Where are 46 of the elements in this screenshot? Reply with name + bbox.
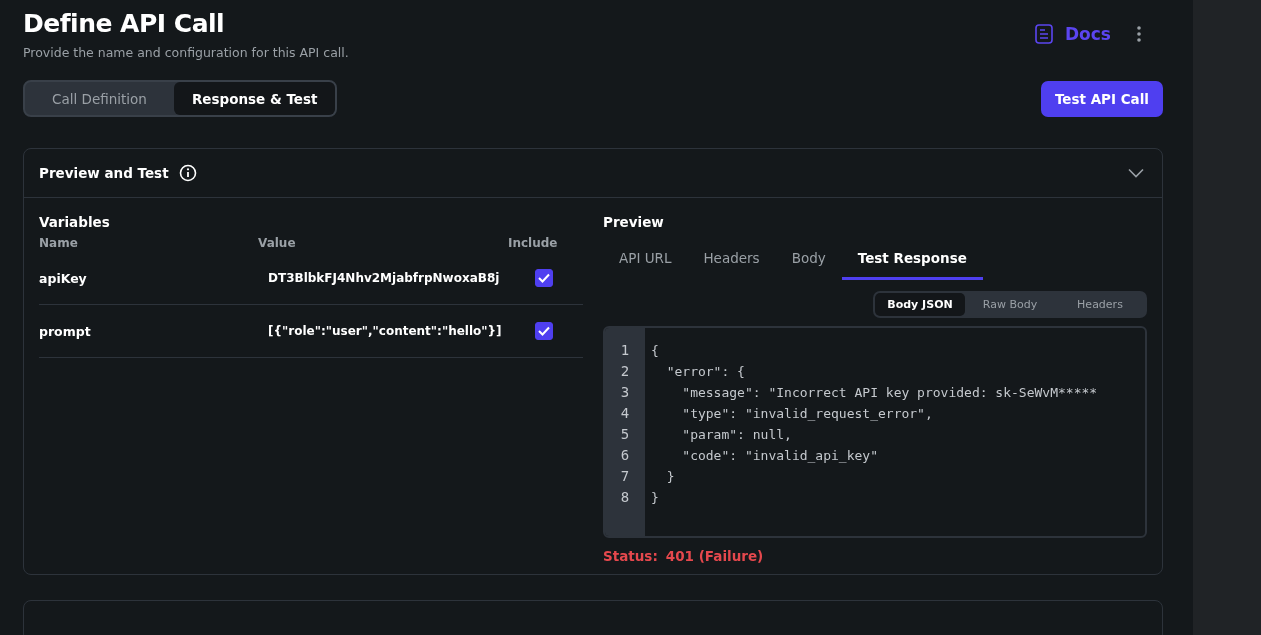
status-value: 401 (Failure) bbox=[665, 548, 764, 564]
view-option[interactable]: Raw Body bbox=[965, 293, 1055, 316]
chevron-icon[interactable] bbox=[1128, 168, 1144, 178]
column-header: Name bbox=[39, 236, 79, 250]
line-number: 2 bbox=[619, 362, 631, 381]
variable-name: prompt bbox=[39, 323, 92, 339]
test-api-call-button[interactable]: Test API Call bbox=[1040, 80, 1163, 117]
mode-tab[interactable]: Response & Test bbox=[173, 82, 336, 115]
code-line: "code": "invalid_api_key" bbox=[681, 447, 879, 465]
column-header: Include bbox=[508, 236, 559, 250]
preview-tab[interactable]: API URL bbox=[603, 242, 688, 280]
view-option[interactable]: Body JSON bbox=[875, 293, 965, 316]
variable-value: DT3BlbkFJ4Nhv2MjabfrpNwoxaB8j bbox=[268, 271, 501, 285]
page-subtitle: Provide the name and configuration for this API call. bbox=[23, 45, 349, 60]
code-line: "message": "Incorrect API key provided: sk-SeWvM***** bbox=[681, 384, 1099, 402]
status-label: Status: bbox=[603, 548, 658, 564]
section-title: Preview bbox=[603, 214, 665, 232]
code-line: { bbox=[651, 342, 660, 360]
mode-tab[interactable]: Call Definition bbox=[25, 82, 174, 115]
line-number: 7 bbox=[619, 467, 631, 486]
variable-name: apiKey bbox=[39, 270, 88, 286]
document-icon bbox=[1035, 24, 1053, 44]
column-header: Value bbox=[258, 236, 297, 250]
variable-value: [{"role":"user","content":"hello"}] bbox=[268, 324, 503, 338]
card-title: Preview and Test bbox=[39, 165, 169, 181]
code-line: "param": null, bbox=[681, 426, 793, 444]
include-checkbox[interactable] bbox=[535, 269, 553, 287]
line-number: 3 bbox=[619, 383, 631, 402]
include-checkbox[interactable] bbox=[535, 322, 553, 340]
line-number: 4 bbox=[619, 404, 631, 423]
line-number: 5 bbox=[619, 425, 631, 444]
page-title: Define API Call bbox=[23, 8, 226, 40]
preview-tab[interactable]: Body bbox=[775, 242, 842, 280]
more-options-icon[interactable] bbox=[1137, 26, 1141, 42]
code-line: } bbox=[651, 489, 660, 507]
section-title: Variables bbox=[39, 214, 111, 232]
code-line: } bbox=[665, 468, 676, 486]
code-line: "type": "invalid_request_error", bbox=[681, 405, 934, 423]
view-option[interactable]: Headers bbox=[1055, 293, 1145, 316]
line-number: 1 bbox=[619, 341, 631, 360]
code-line: "error": { bbox=[665, 363, 746, 381]
line-number: 6 bbox=[619, 446, 631, 465]
preview-tab[interactable]: Test Response bbox=[841, 242, 983, 280]
preview-tab[interactable]: Headers bbox=[687, 242, 776, 280]
line-number: 8 bbox=[619, 488, 631, 507]
info-icon bbox=[178, 164, 197, 182]
